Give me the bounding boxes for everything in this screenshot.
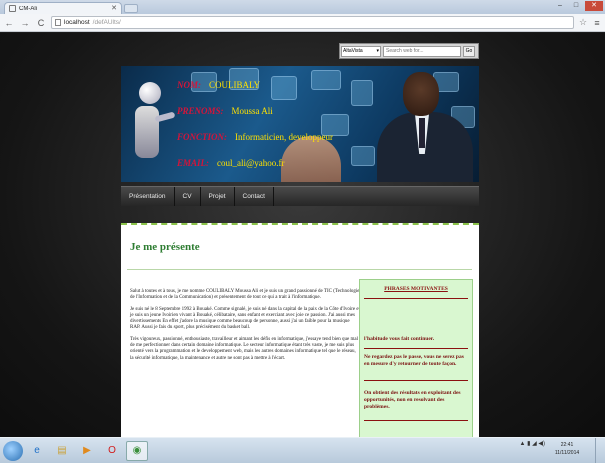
paragraph: Salut à toutes et à tous, je me nomme CO… bbox=[130, 289, 360, 301]
search-input[interactable] bbox=[383, 45, 461, 57]
clock-time: 22:41 bbox=[560, 442, 574, 448]
close-tab-icon[interactable]: ✕ bbox=[111, 5, 117, 12]
nom-label: NOM: bbox=[177, 80, 201, 90]
paragraph: Je suis né le 8 Septembre 1992 à Bouaké.… bbox=[130, 306, 361, 331]
url-path: /defAUlts/ bbox=[92, 19, 121, 26]
page-viewport: AltaVista ▾ Go NOM: COULIBALY PRENOM bbox=[0, 33, 605, 437]
search-engine-label: AltaVista bbox=[343, 48, 363, 54]
minimize-button[interactable]: – bbox=[553, 1, 567, 11]
address-bar[interactable]: localhost/defAUlts/ bbox=[51, 16, 574, 29]
quote-item: Ne regardez pas le passe, vous ne serez … bbox=[364, 354, 464, 367]
sidebar-divider bbox=[364, 420, 468, 421]
banner-tile bbox=[351, 80, 373, 106]
banner-tile bbox=[271, 76, 297, 100]
nav-projet[interactable]: Projet bbox=[201, 187, 235, 206]
quote-item: On obtient des résultats en exploitant d… bbox=[364, 390, 461, 410]
page-favicon-icon bbox=[9, 5, 16, 12]
clock[interactable]: 22:41 11/11/2014 bbox=[549, 441, 585, 457]
internet-explorer-icon[interactable]: e bbox=[26, 441, 48, 461]
prenoms-value: Moussa Ali bbox=[231, 106, 273, 116]
system-tray: ▲ ▮ ◢ ◀) bbox=[520, 440, 545, 447]
sidebar-divider bbox=[364, 380, 468, 381]
tab-strip: CM-Ali ✕ – □ ✕ bbox=[0, 0, 605, 14]
search-go-button[interactable]: Go bbox=[463, 45, 475, 57]
banner-row-fonction: FONCTION: Informaticien, developpeur bbox=[177, 132, 333, 142]
hand-image bbox=[281, 136, 341, 182]
robot-head bbox=[139, 82, 161, 104]
media-player-icon[interactable]: ▶ bbox=[76, 441, 98, 461]
fonction-value: Informaticien, developpeur bbox=[235, 132, 333, 142]
back-button[interactable]: ← bbox=[3, 17, 15, 29]
profile-photo bbox=[377, 68, 473, 182]
quote-item: l'habitude vous fait continuer. bbox=[364, 336, 435, 342]
browser-toolbar: ← → C localhost/defAUlts/ ☆ ≡ bbox=[0, 14, 605, 32]
url-host: localhost bbox=[64, 19, 90, 26]
file-explorer-icon[interactable]: ▤ bbox=[51, 441, 73, 461]
intro-text: Salut à toutes et à tous, je me nomme CO… bbox=[130, 289, 360, 367]
motivation-sidebar: PHRASES MOTIVANTES l'habitude vous fait … bbox=[359, 279, 473, 437]
email-value: coul_ali@yahoo.fr bbox=[217, 158, 285, 168]
tab-title: CM-Ali bbox=[19, 5, 37, 12]
nav-contact[interactable]: Contact bbox=[235, 187, 274, 206]
banner-row-email: EMAIL: coul_ali@yahoo.fr bbox=[177, 158, 285, 168]
robot-figure bbox=[135, 106, 159, 158]
forward-button[interactable]: → bbox=[19, 17, 31, 29]
reload-button[interactable]: C bbox=[35, 17, 47, 29]
divider bbox=[127, 269, 472, 270]
browser-tab[interactable]: CM-Ali ✕ bbox=[4, 2, 122, 14]
clock-date: 11/11/2014 bbox=[554, 450, 580, 456]
chrome-icon[interactable]: ◉ bbox=[126, 440, 148, 461]
main-nav: Présentation CV Projet Contact bbox=[121, 186, 479, 206]
banner-tile bbox=[311, 70, 341, 90]
prenoms-label: PRENOMS: bbox=[177, 106, 224, 116]
show-desktop-button[interactable] bbox=[595, 438, 605, 463]
fonction-label: FONCTION: bbox=[177, 132, 228, 142]
nav-cv[interactable]: CV bbox=[175, 187, 201, 206]
new-tab-button[interactable] bbox=[124, 4, 138, 13]
sidebar-divider bbox=[364, 298, 468, 299]
paragraph: Très vigoureux, passionné, enthousiaste,… bbox=[130, 336, 359, 361]
page-title: Je me présente bbox=[130, 241, 200, 253]
nav-presentation[interactable]: Présentation bbox=[121, 187, 175, 206]
maximize-button[interactable]: □ bbox=[569, 1, 583, 11]
page-icon bbox=[55, 19, 61, 26]
content-panel: Je me présente Salut à toutes et à tous,… bbox=[121, 223, 479, 437]
banner-row-prenoms: PRENOMS: Moussa Ali bbox=[177, 106, 273, 116]
banner-tile bbox=[351, 146, 375, 166]
web-search-widget: AltaVista ▾ Go bbox=[339, 43, 479, 59]
sidebar-title: PHRASES MOTIVANTES bbox=[384, 286, 448, 292]
window-controls: – □ ✕ bbox=[553, 1, 603, 11]
nom-value: COULIBALY bbox=[209, 80, 261, 90]
close-window-button[interactable]: ✕ bbox=[585, 1, 603, 11]
opera-icon[interactable]: O bbox=[101, 441, 123, 461]
menu-icon[interactable]: ≡ bbox=[592, 18, 602, 28]
start-button[interactable] bbox=[3, 440, 23, 461]
search-engine-select[interactable]: AltaVista ▾ bbox=[341, 45, 381, 57]
banner-row-nom: NOM: COULIBALY bbox=[177, 80, 260, 90]
taskbar: e ▤ ▶ O ◉ ▲ ▮ ◢ ◀) 22:41 11/11/2014 bbox=[0, 437, 605, 463]
tray-icons[interactable]: ▲ ▮ ◢ ◀) bbox=[520, 440, 545, 447]
bookmark-star-icon[interactable]: ☆ bbox=[578, 17, 588, 28]
email-label: EMAIL: bbox=[177, 158, 210, 168]
sidebar-divider bbox=[364, 348, 468, 349]
dropdown-arrow-icon: ▾ bbox=[376, 48, 379, 54]
header-banner: NOM: COULIBALY PRENOMS: Moussa Ali FONCT… bbox=[121, 66, 479, 182]
